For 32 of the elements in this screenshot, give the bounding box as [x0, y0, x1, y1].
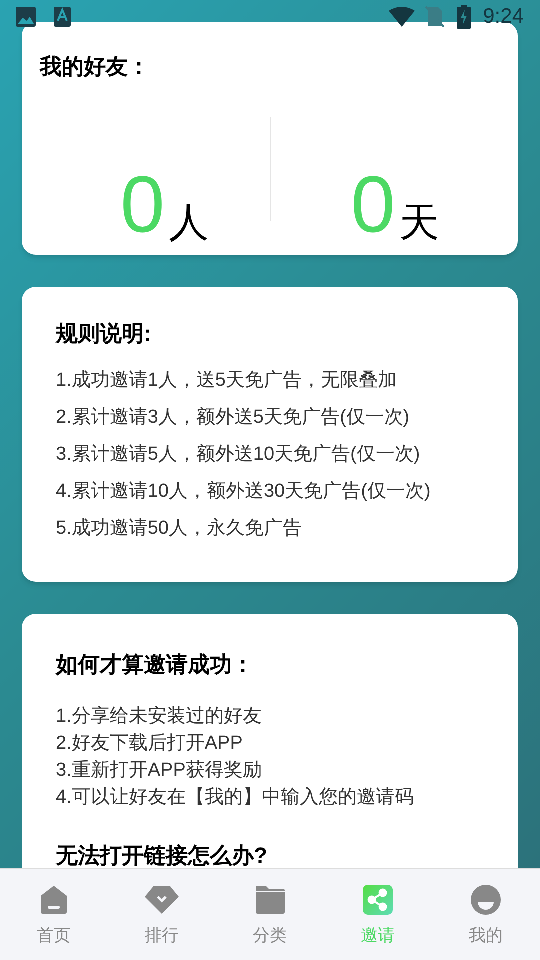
card-title: 我的好友： — [40, 53, 151, 81]
rule-text: 3.累计邀请5人，额外送10天免广告(仅一次) — [56, 443, 422, 467]
card-title: 如何才算邀请成功： — [56, 651, 255, 679]
nav-tab[interactable]: 邀请 — [324, 880, 432, 948]
card-title: 无法打开链接怎么办? — [56, 842, 268, 868]
nav-tab[interactable]: 排行 — [108, 880, 216, 948]
step-text: 3.重新打开APP获得奖励 — [56, 759, 263, 783]
step-text: 1.分享给未安装过的好友 — [56, 705, 263, 729]
clock-time: 9:24 — [483, 4, 524, 30]
wifi-icon — [389, 7, 416, 27]
nav-tab[interactable]: 分类 — [216, 880, 324, 948]
smiley-icon — [471, 884, 501, 915]
font-icon — [54, 7, 71, 27]
step-text: 2.好友下载后打开APP — [56, 732, 244, 756]
nav-tab[interactable]: 首页 — [0, 880, 108, 948]
image-icon — [16, 7, 36, 27]
rule-text: 4.累计邀请10人，额外送30天免广告(仅一次) — [56, 480, 432, 504]
step-text: 4.可以让好友在【我的】中输入您的邀请码 — [56, 786, 415, 810]
diamond-icon — [144, 884, 180, 915]
folder-icon — [254, 884, 286, 915]
nav-tab[interactable]: 我的 — [432, 880, 540, 948]
rule-text: 5.成功邀请50人，永久免广告 — [56, 517, 303, 541]
card-title: 规则说明: — [56, 320, 152, 348]
stat-value: 0 — [351, 165, 396, 245]
share-icon — [363, 884, 393, 915]
stat-unit: 天 — [400, 201, 440, 245]
stat-unit: 人 — [169, 201, 209, 245]
rule-text: 2.累计邀请3人，额外送5天免广告(仅一次) — [56, 406, 411, 430]
rule-text: 1.成功邀请1人，送5天免广告，无限叠加 — [56, 369, 398, 393]
battery-icon — [457, 5, 472, 29]
stat-value: 0 — [120, 165, 165, 245]
home-icon — [39, 884, 69, 915]
